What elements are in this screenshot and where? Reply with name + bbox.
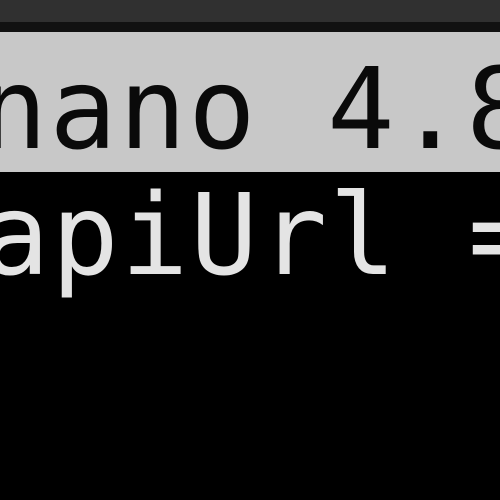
window-frame-top: [0, 0, 500, 22]
editor-text-area[interactable]: apiUrl =: [0, 180, 500, 500]
title-bar-separator: [0, 172, 500, 180]
editor-line-1[interactable]: apiUrl =: [0, 180, 500, 292]
window-frame-edge: [0, 22, 500, 32]
terminal-window: nano 4.8 apiUrl =: [0, 0, 500, 500]
nano-version-label: nano 4.8: [0, 45, 500, 172]
nano-title-bar: nano 4.8: [0, 32, 500, 172]
